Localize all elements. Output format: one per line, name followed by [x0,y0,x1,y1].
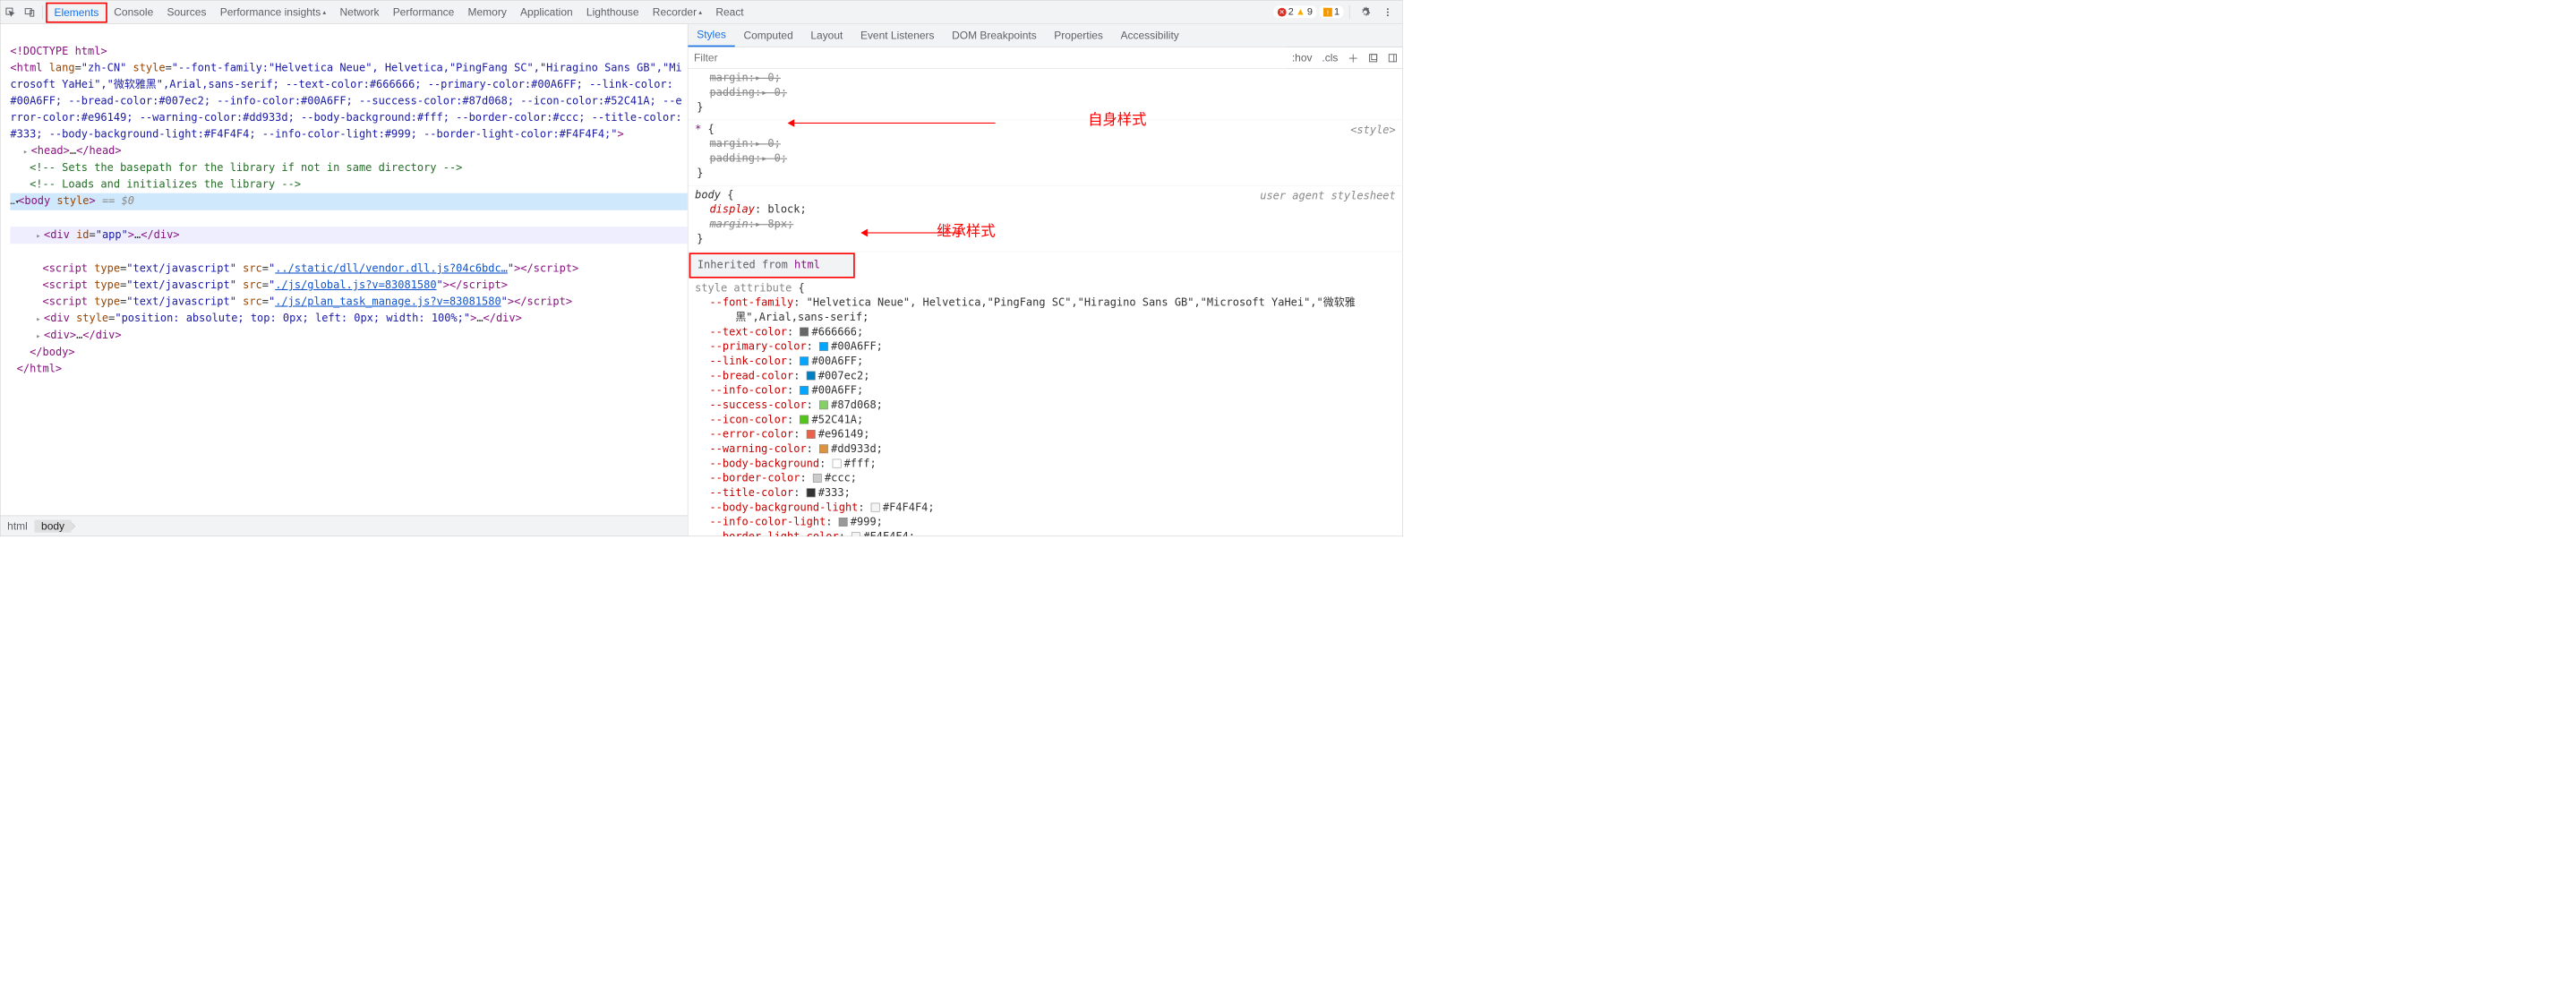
sidebar-tabs: StylesComputedLayoutEvent ListenersDOM B… [688,24,1402,47]
dom-head[interactable]: ▸<head>…</head> [10,145,121,158]
filter-input[interactable] [688,47,1287,68]
dom-div[interactable]: ▸<div style="position: absolute; top: 0p… [10,313,521,325]
breadcrumb: htmlbody [1,516,688,536]
css-property[interactable]: --body-background-light: #F4F4F4; [695,501,1396,515]
hov-toggle[interactable]: :hov [1287,51,1317,64]
css-property[interactable]: --success-color: #87d068; [695,398,1396,412]
error-warning-badge[interactable]: ✕2 ▲9 [1273,6,1316,19]
css-property[interactable]: --border-color: #ccc; [695,471,1396,485]
warning-count: 9 [1307,6,1313,18]
new-style-rule-icon[interactable]: ＋ [1343,50,1364,65]
css-property[interactable]: --body-background: #fff; [695,457,1396,471]
breadcrumb-html[interactable]: html [1,519,35,532]
tab-application[interactable]: Application [513,1,579,24]
computed-styles-icon[interactable] [1364,53,1383,63]
css-property[interactable]: --info-color: #00A6FF; [695,383,1396,398]
settings-icon[interactable] [1358,5,1372,19]
subtab-properties[interactable]: Properties [1045,24,1111,47]
subtab-event-listeners[interactable]: Event Listeners [852,24,943,47]
tab-sources[interactable]: Sources [160,1,213,24]
tab-console[interactable]: Console [107,1,160,24]
css-rule[interactable]: margin:▸ 0; padding:▸ 0; } [688,69,1402,120]
css-property[interactable]: --link-color: #00A6FF; [695,354,1396,368]
toggle-sidebar-icon[interactable] [1382,53,1402,63]
dom-script[interactable]: <script type="text/javascript" src="../s… [10,262,578,275]
separator [42,5,43,19]
devtools-topbar: ElementsConsoleSourcesPerformance insigh… [1,1,1403,24]
separator [1349,5,1350,19]
css-property[interactable]: --title-color: #333; [695,485,1396,500]
dom-comment[interactable]: <!-- Sets the basepath for the library i… [10,162,462,175]
tab-react[interactable]: React [709,1,751,24]
device-toggle-icon[interactable] [23,5,37,19]
dom-html-open[interactable]: <html lang="zh-CN" style="--font-family:… [10,62,681,74]
issues-count: 1 [1334,6,1339,18]
more-menu-icon[interactable] [1381,5,1394,19]
warning-icon: ▲ [1296,6,1305,18]
subtab-accessibility[interactable]: Accessibility [1112,24,1188,47]
tab-performance[interactable]: Performance [386,1,461,24]
dom-body-close[interactable]: </body> [10,347,74,359]
filter-bar: :hov .cls ＋ [688,47,1402,69]
styles-panel: StylesComputedLayoutEvent ListenersDOM B… [688,24,1402,536]
css-rule-style-attr[interactable]: style attribute { --font-family: "Helvet… [688,279,1402,536]
dom-doctype[interactable]: <!DOCTYPE html> [10,46,107,58]
css-rule[interactable]: <style> * { margin:▸ 0; padding:▸ 0; } [688,120,1402,186]
rule-source: user agent stylesheet [1260,189,1395,203]
subtab-computed[interactable]: Computed [735,24,802,47]
error-count: 2 [1288,6,1294,18]
cls-toggle[interactable]: .cls [1317,51,1343,64]
css-property[interactable]: --bread-color: #007ec2; [695,369,1396,383]
tab-elements[interactable]: Elements [46,3,107,23]
tab-performance-insights[interactable]: Performance insights [213,1,333,24]
breadcrumb-body[interactable]: body [34,519,71,532]
css-property[interactable]: --primary-color: #00A6FF; [695,339,1396,354]
css-property[interactable]: --text-color: #666666; [695,325,1396,339]
styles-list[interactable]: margin:▸ 0; padding:▸ 0; } <style> * { m… [688,69,1402,536]
tab-memory[interactable]: Memory [461,1,514,24]
tab-lighthouse[interactable]: Lighthouse [579,1,646,24]
css-property[interactable]: --border-light-color: #F4F4F4; [695,529,1396,535]
css-rule[interactable]: user agent stylesheet body { display: bl… [688,185,1402,252]
inherited-element[interactable]: html [794,259,820,271]
tab-recorder[interactable]: Recorder [646,1,709,24]
subtab-styles[interactable]: Styles [688,24,734,47]
panel-tabs: ElementsConsoleSourcesPerformance insigh… [46,1,750,24]
dom-comment[interactable]: <!-- Loads and initializes the library -… [10,178,301,191]
issues-badge[interactable]: !1 [1320,6,1344,19]
dom-tree[interactable]: <!DOCTYPE html> <html lang="zh-CN" style… [1,24,688,516]
inherited-from-header[interactable]: Inherited from html [689,253,855,278]
error-icon: ✕ [1278,7,1287,16]
elements-panel: <!DOCTYPE html> <html lang="zh-CN" style… [1,24,689,536]
inspect-element-icon[interactable] [4,5,17,19]
dom-html-close[interactable]: </html> [10,363,62,375]
css-property[interactable]: --icon-color: #52C41A; [695,413,1396,427]
dom-div[interactable]: ▸<div>…</div> [10,330,121,342]
annotation-inherit-style: 继承样式 [937,224,995,238]
css-property[interactable]: --warning-color: #dd933d; [695,441,1396,456]
dom-script[interactable]: <script type="text/javascript" src="./js… [10,296,572,308]
tab-network[interactable]: Network [333,1,386,24]
annotation-arrow [791,123,996,124]
subtab-layout[interactable]: Layout [802,24,852,47]
dom-body-selected[interactable]: …▾<body style> == $0 [10,193,687,210]
inherited-label: Inherited from [697,259,788,271]
issues-icon: ! [1323,7,1332,16]
rule-source[interactable]: <style> [1350,123,1395,137]
annotation-self-style: 自身样式 [1088,113,1146,127]
css-property[interactable]: --error-color: #e96149; [695,427,1396,441]
subtab-dom-breakpoints[interactable]: DOM Breakpoints [943,24,1045,47]
css-property[interactable]: --info-color-light: #999; [695,515,1396,529]
dom-div-app[interactable]: ▸<div id="app">…</div> [10,227,687,244]
dom-script[interactable]: <script type="text/javascript" src="./js… [10,279,507,292]
